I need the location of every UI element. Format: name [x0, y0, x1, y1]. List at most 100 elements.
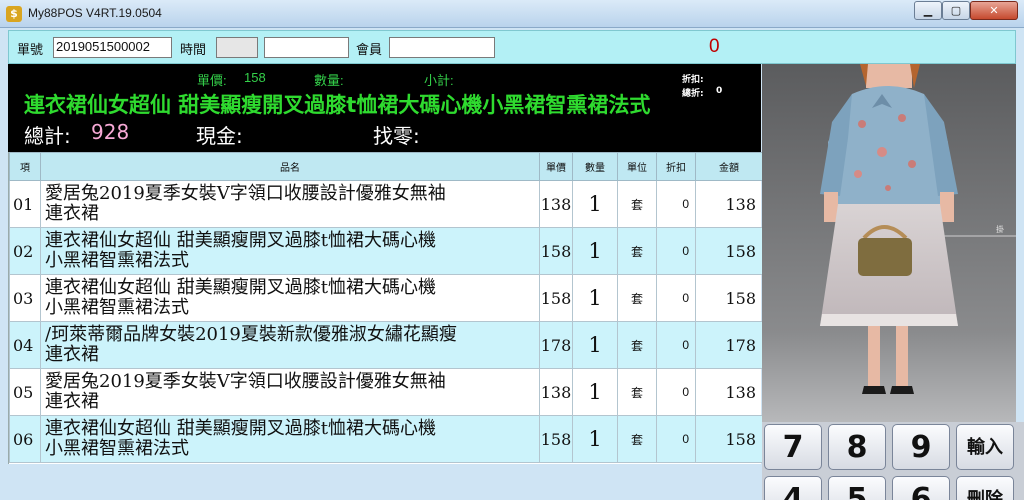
row-product-name: 連衣裙仙女超仙 甜美顯瘦開叉過膝t恤裙大碼心機 小黑裙智熏裙法式	[40, 415, 540, 463]
keypad-8-button[interactable]: 8	[828, 424, 886, 470]
app-dollar-icon: $	[6, 6, 22, 22]
keypad-6-button[interactable]: 6	[892, 476, 950, 500]
time-field-2[interactable]	[264, 37, 349, 58]
member-label: 會員	[356, 42, 383, 57]
item-counter: 0	[709, 36, 720, 57]
order-number-field[interactable]: 2019051500002	[53, 37, 172, 58]
row-amount: 158	[695, 274, 763, 322]
table-row[interactable]: 04 /珂萊蒂爾品牌女裝2019夏裝新款優雅淑女繡花顯瘦 連衣裙 178 1 套…	[9, 321, 763, 369]
row-price: 178	[539, 321, 573, 369]
row-qty: 1	[572, 227, 618, 275]
table-row[interactable]: 05 愛居兔2019夏季女裝V字領口收腰設計優雅女無袖 連衣裙 138 1 套 …	[9, 368, 763, 416]
table-row[interactable]: 06 連衣裙仙女超仙 甜美顯瘦開叉過膝t恤裙大碼心機 小黑裙智熏裙法式 158 …	[9, 415, 763, 463]
row-qty: 1	[572, 180, 618, 228]
keypad-7-button[interactable]: 7	[764, 424, 822, 470]
table-row[interactable]: 02 連衣裙仙女超仙 甜美顯瘦開叉過膝t恤裙大碼心機 小黑裙智熏裙法式 158 …	[9, 227, 763, 275]
qty-label: 數量:	[314, 73, 344, 88]
close-button[interactable]: ✕	[970, 1, 1018, 20]
cash-label: 現金:	[196, 124, 243, 148]
row-number: 02	[9, 227, 41, 275]
row-unit: 套	[617, 368, 657, 416]
title-bar: $ My88POS V4RT.19.0504 ▁ ▢ ✕	[0, 0, 1024, 28]
product-model-image: 掛	[762, 64, 1016, 422]
row-number: 06	[9, 415, 41, 463]
photo-side-label: 掛	[996, 224, 1004, 234]
column-header-price[interactable]: 單價	[539, 152, 573, 181]
row-unit: 套	[617, 227, 657, 275]
row-qty: 1	[572, 274, 618, 322]
table-header-row: 項 品名 單價 數量 單位 折扣 金額	[9, 152, 763, 181]
close-icon: ✕	[989, 4, 999, 17]
row-unit: 套	[617, 274, 657, 322]
product-photo: 掛	[762, 64, 1016, 422]
row-number: 03	[9, 274, 41, 322]
table-row[interactable]: 01 愛居兔2019夏季女裝V字領口收腰設計優雅女無袖 連衣裙 138 1 套 …	[9, 180, 763, 228]
change-label: 找零:	[373, 124, 420, 148]
row-amount: 138	[695, 180, 763, 228]
time-label: 時間	[180, 42, 207, 57]
numeric-keypad: 7 8 9 輸入 4 5 6 刪除	[762, 422, 1024, 500]
row-amount: 178	[695, 321, 763, 369]
maximize-button[interactable]: ▢	[942, 1, 970, 20]
row-discount: 0	[656, 321, 696, 369]
keypad-4-button[interactable]: 4	[764, 476, 822, 500]
row-discount: 0	[656, 274, 696, 322]
unit-price-label: 單價:	[197, 73, 227, 88]
row-discount: 0	[656, 227, 696, 275]
table-row[interactable]: 03 連衣裙仙女超仙 甜美顯瘦開叉過膝t恤裙大碼心機 小黑裙智熏裙法式 158 …	[9, 274, 763, 322]
items-table: 項 品名 單價 數量 單位 折扣 金額 01 愛居兔2019夏季女裝V字領口收腰…	[8, 152, 763, 464]
row-qty: 1	[572, 415, 618, 463]
row-product-name: 愛居兔2019夏季女裝V字領口收腰設計優雅女無袖 連衣裙	[40, 368, 540, 416]
row-price: 138	[539, 368, 573, 416]
minimize-icon: ▁	[923, 4, 933, 17]
row-amount: 138	[695, 368, 763, 416]
window-title: My88POS V4RT.19.0504	[28, 6, 162, 20]
column-header-amount[interactable]: 金額	[695, 152, 763, 181]
row-product-name: 連衣裙仙女超仙 甜美顯瘦開叉過膝t恤裙大碼心機 小黑裙智熏裙法式	[40, 227, 540, 275]
unit-price-value: 158	[244, 70, 266, 85]
total-discount-value: 0	[716, 86, 723, 96]
order-number-label: 單號	[17, 42, 44, 57]
row-discount: 0	[656, 180, 696, 228]
column-header-name[interactable]: 品名	[40, 152, 540, 181]
column-header-discount[interactable]: 折扣	[656, 152, 696, 181]
member-field[interactable]	[389, 37, 495, 58]
maximize-icon: ▢	[950, 4, 962, 17]
row-price: 158	[539, 415, 573, 463]
row-qty: 1	[572, 368, 618, 416]
row-price: 158	[539, 227, 573, 275]
enter-button[interactable]: 輸入	[956, 424, 1014, 470]
row-number: 05	[9, 368, 41, 416]
total-value: 928	[91, 120, 130, 144]
current-product-name: 連衣裙仙女超仙 甜美顯瘦開叉過膝t恤裙大碼心機小黑裙智熏裙法式	[24, 93, 651, 117]
row-discount: 0	[656, 415, 696, 463]
row-price: 158	[539, 274, 573, 322]
row-discount: 0	[656, 368, 696, 416]
row-unit: 套	[617, 321, 657, 369]
row-unit: 套	[617, 415, 657, 463]
row-number: 04	[9, 321, 41, 369]
discount-label: 折扣:	[682, 75, 704, 85]
total-label: 總計:	[24, 124, 71, 148]
column-header-unit[interactable]: 單位	[617, 152, 657, 181]
row-price: 138	[539, 180, 573, 228]
keypad-9-button[interactable]: 9	[892, 424, 950, 470]
row-qty: 1	[572, 321, 618, 369]
total-discount-label: 總折:	[682, 89, 704, 99]
keypad-5-button[interactable]: 5	[828, 476, 886, 500]
minimize-button[interactable]: ▁	[914, 1, 942, 20]
row-amount: 158	[695, 227, 763, 275]
subtotal-label: 小計:	[424, 73, 454, 88]
delete-button[interactable]: 刪除	[956, 476, 1014, 500]
row-amount: 158	[695, 415, 763, 463]
column-header-qty[interactable]: 數量	[572, 152, 618, 181]
time-field[interactable]	[216, 37, 258, 58]
row-product-name: 愛居兔2019夏季女裝V字領口收腰設計優雅女無袖 連衣裙	[40, 180, 540, 228]
order-header: 單號 2019051500002 時間 會員 0	[8, 30, 1016, 64]
row-product-name: /珂萊蒂爾品牌女裝2019夏裝新款優雅淑女繡花顯瘦 連衣裙	[40, 321, 540, 369]
row-product-name: 連衣裙仙女超仙 甜美顯瘦開叉過膝t恤裙大碼心機 小黑裙智熏裙法式	[40, 274, 540, 322]
row-number: 01	[9, 180, 41, 228]
column-header-no[interactable]: 項	[9, 152, 41, 181]
row-unit: 套	[617, 180, 657, 228]
current-item-panel: 單價: 158 數量: 小計: 折扣: 總折: 0 連衣裙仙女超仙 甜美顯瘦開叉…	[8, 64, 761, 152]
